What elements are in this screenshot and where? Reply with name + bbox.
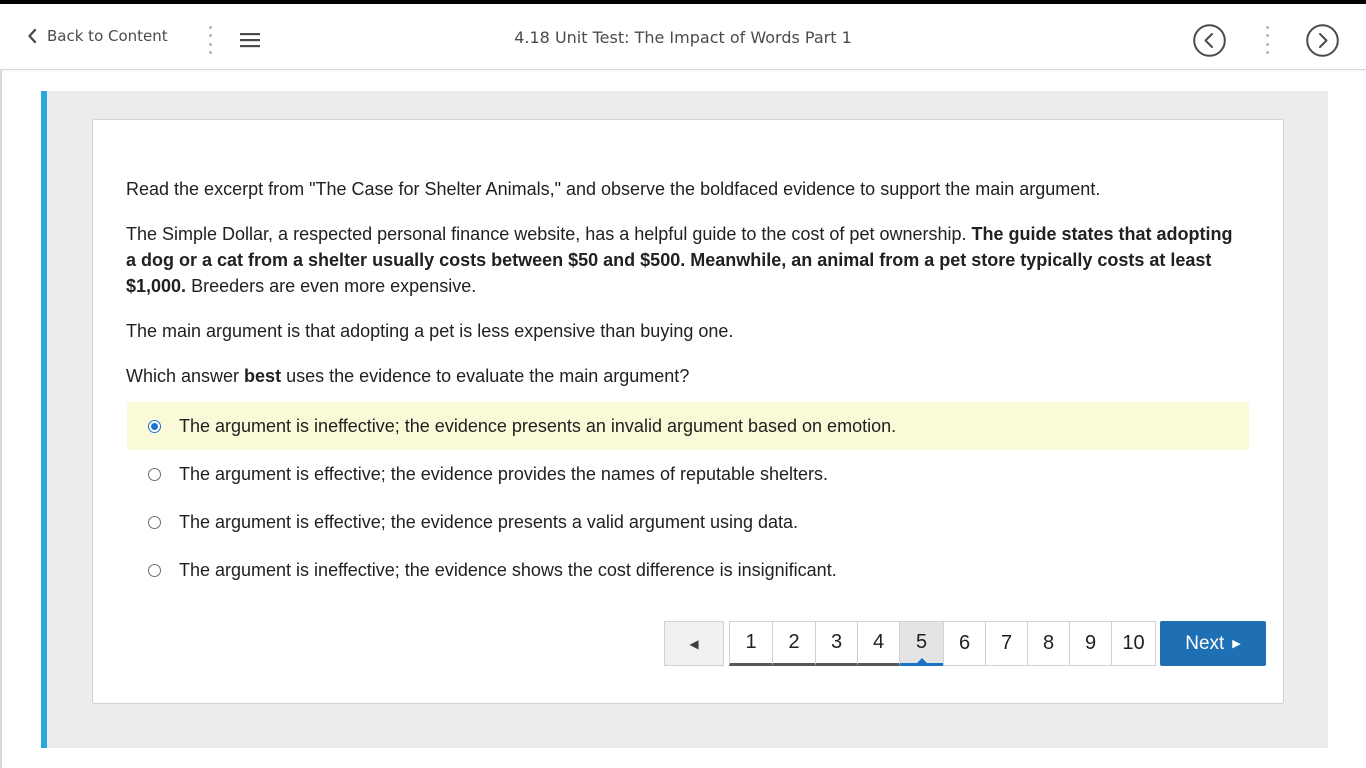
prompt-after: uses the evidence to evaluate the main a… [281,366,690,386]
circle-chevron-right-icon[interactable] [1306,24,1339,57]
page-number: 3 [830,631,843,653]
top-nav-bar: Back to Content 4.18 Unit Test: The Impa… [0,0,1366,70]
page-button-1[interactable]: 1 [729,621,773,666]
excerpt-plain-after: Breeders are even more expensive. [186,276,477,296]
prompt-bold: best [244,366,282,386]
page-button-5-current[interactable]: 5 [899,621,944,666]
triangle-left-icon: ◀ [689,636,699,651]
question-prompt: Which answer best uses the evidence to e… [126,363,1236,389]
previous-question-button[interactable]: ◀ [664,621,724,666]
page-number: 2 [788,631,800,653]
page-button-4[interactable]: 4 [857,621,900,666]
page-number: 4 [872,631,885,653]
radio-button[interactable] [148,563,161,577]
answer-option-2[interactable]: The argument is effective; the evidence … [127,450,1249,498]
page-number: 5 [915,631,928,653]
question-intro: Read the excerpt from "The Case for Shel… [126,179,1101,199]
page-number: 8 [1042,632,1055,654]
hamburger-menu-icon[interactable] [238,30,262,50]
answer-option-4[interactable]: The argument is ineffective; the evidenc… [127,546,1249,594]
radio-button[interactable] [148,515,161,529]
answer-option-label: The argument is ineffective; the evidenc… [179,559,837,580]
page-number: 10 [1122,632,1145,654]
chevron-left-icon [28,28,37,44]
next-button[interactable]: Next ▶ [1160,621,1266,666]
answer-option-label: The argument is effective; the evidence … [179,463,829,484]
main-argument-text: The main argument is that adopting a pet… [126,321,734,341]
radio-button[interactable] [148,467,161,481]
divider-dots-icon [207,26,213,54]
page-number: 9 [1084,632,1097,654]
answer-option-1[interactable]: The argument is ineffective; the evidenc… [127,402,1249,450]
excerpt-plain-before: The Simple Dollar, a respected personal … [126,224,972,244]
answer-option-3[interactable]: The argument is effective; the evidence … [127,498,1249,546]
back-to-content-link[interactable]: Back to Content [27,24,168,48]
page-title: 4.18 Unit Test: The Impact of Words Part… [514,28,852,47]
answer-option-label: The argument is ineffective; the evidenc… [179,415,897,436]
page-button-2[interactable]: 2 [772,621,816,666]
page-button-7[interactable]: 7 [985,621,1028,666]
back-to-content-label: Back to Content [47,27,168,45]
divider-dots-icon [1264,26,1270,54]
page-number: 7 [1000,632,1013,654]
answer-option-label: The argument is effective; the evidence … [179,511,799,532]
page-button-6[interactable]: 6 [943,621,986,666]
circle-chevron-left-icon[interactable] [1193,24,1226,57]
radio-button-selected[interactable] [148,419,161,433]
triangle-right-icon: ▶ [1232,638,1241,650]
page-number: 1 [745,631,757,653]
page-button-8[interactable]: 8 [1027,621,1070,666]
next-button-label: Next [1185,632,1225,654]
page-button-3[interactable]: 3 [815,621,858,666]
page-button-10[interactable]: 10 [1111,621,1156,666]
excerpt-paragraph: The Simple Dollar, a respected personal … [126,221,1236,299]
page-button-9[interactable]: 9 [1069,621,1112,666]
question-pagination: 1 2 3 4 5 6 7 8 9 10 [729,621,1156,666]
page-number: 6 [958,632,971,654]
prompt-before: Which answer [126,366,245,386]
left-edge-divider [0,70,2,768]
